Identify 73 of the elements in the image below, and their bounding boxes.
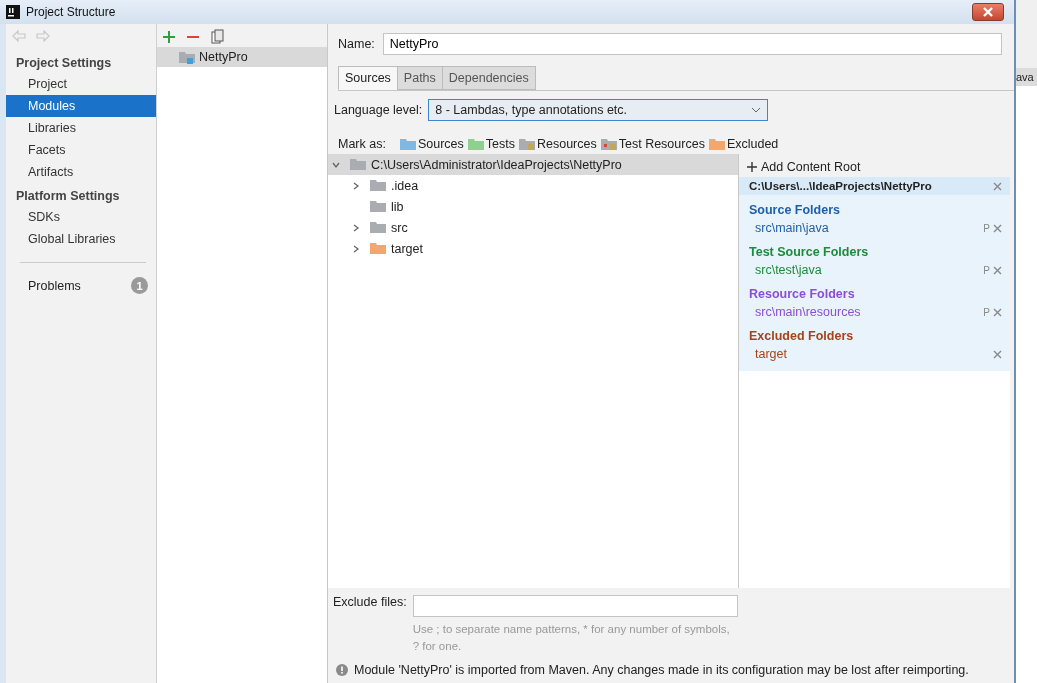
sidebar-item[interactable]: Global Libraries — [6, 228, 156, 250]
exclude-files-field[interactable] — [412, 595, 738, 617]
folder-icon — [708, 137, 725, 151]
remove-icon[interactable] — [993, 265, 1002, 275]
folder-icon — [519, 137, 535, 151]
name-label: Name: — [338, 37, 375, 51]
status-message: Module 'NettyPro' is imported from Maven. Any changes made in its configuration may be lost after reimporting. — [354, 663, 969, 677]
copy-icon[interactable] — [211, 29, 224, 44]
folder-group-title: Test Source Folders — [748, 244, 870, 261]
add-content-root-link[interactable]: Add Content Root — [739, 154, 1010, 177]
mark-as-label: Mark as: — [338, 137, 386, 151]
folder-icon — [370, 221, 386, 234]
sidebar-item[interactable]: Modules — [6, 95, 156, 117]
exclude-files-label: Exclude files: — [333, 595, 407, 611]
tab[interactable]: Dependencies — [441, 66, 536, 90]
folder-icon — [370, 179, 386, 192]
add-icon[interactable] — [163, 30, 175, 43]
mark-as-button[interactable]: Sources — [399, 137, 464, 151]
sidebar-item[interactable]: Libraries — [6, 117, 156, 139]
remove-icon[interactable] — [993, 349, 1002, 359]
content-root-path: C:\Users\...\IdeaProjects\NettyPro — [749, 180, 932, 192]
folder-icon — [399, 137, 416, 151]
module-item[interactable]: NettyPro — [157, 47, 327, 67]
chevron-right-icon[interactable] — [352, 181, 360, 190]
plus-icon — [747, 162, 757, 172]
folder-icon — [370, 200, 386, 213]
sidebar-item[interactable]: SDKs — [6, 206, 156, 228]
sidebar-item[interactable]: Project — [6, 73, 156, 95]
mark-as-button[interactable]: Test Resources — [600, 137, 705, 151]
folder-path: src\test\java — [755, 263, 822, 277]
mark-as-button[interactable]: Excluded — [708, 137, 779, 151]
chevron-down-icon — [751, 107, 762, 113]
language-level-dropdown[interactable]: 8 - Lambdas, type annotations etc. — [428, 99, 769, 121]
folder-path: src\main\resources — [755, 305, 861, 319]
tree-item[interactable]: target — [352, 241, 423, 256]
mark-as-button[interactable]: Tests — [467, 137, 515, 151]
tree-item[interactable]: .idea — [352, 178, 419, 193]
problems-item[interactable]: Problems 1 — [6, 275, 156, 296]
mark-as-button[interactable]: Resources — [519, 137, 597, 151]
folder-icon — [350, 158, 366, 171]
remove-icon[interactable] — [993, 223, 1002, 233]
folder-icon — [370, 242, 386, 255]
close-button[interactable] — [972, 3, 1004, 21]
folder-group-title: Source Folders — [748, 202, 841, 219]
tree-item[interactable]: src — [352, 220, 408, 235]
folder-group-title: Resource Folders — [748, 286, 856, 303]
editor-tab[interactable]: ava — [1016, 68, 1037, 86]
remove-icon[interactable] — [993, 181, 1002, 191]
chevron-down-icon[interactable] — [332, 160, 340, 169]
count-badge: 1 — [131, 277, 148, 294]
folder-group-title: Excluded Folders — [748, 328, 855, 345]
tab[interactable]: Sources — [338, 66, 398, 90]
name-field[interactable]: NettyPro — [382, 33, 1002, 55]
folder-path: src\main\java — [755, 221, 829, 235]
chevron-right-icon[interactable] — [352, 223, 360, 232]
sidebar-item[interactable]: Facets — [6, 139, 156, 161]
close-icon — [982, 7, 994, 17]
chevron-right-icon[interactable] — [352, 244, 360, 253]
remove-icon[interactable] — [993, 307, 1002, 317]
sidebar-item[interactable]: Artifacts — [6, 161, 156, 183]
section-heading: Platform Settings — [15, 188, 121, 205]
tab[interactable]: Paths — [396, 66, 443, 90]
folder-icon — [467, 137, 484, 151]
language-level-label: Language level: — [334, 103, 423, 117]
tree-item[interactable]: lib — [352, 199, 404, 214]
folder-path: target — [755, 347, 787, 361]
window-title: Project Structure — [26, 5, 117, 19]
folder-icon — [600, 137, 617, 151]
module-folder-icon — [179, 50, 195, 64]
app-icon — [6, 5, 20, 19]
section-heading: Project Settings — [15, 55, 113, 72]
info-icon — [336, 664, 348, 676]
hint-text: Use ; to separate name patterns, * for any number of symbols, ? for one. — [412, 622, 731, 654]
